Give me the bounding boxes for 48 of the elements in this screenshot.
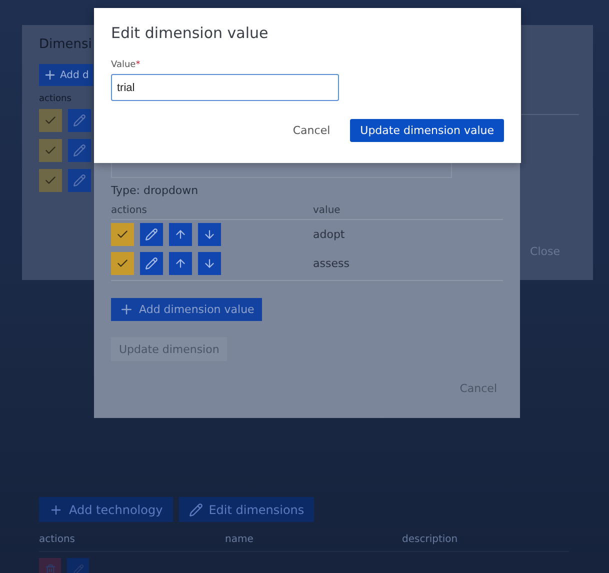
pencil-icon bbox=[145, 257, 158, 270]
plus-icon bbox=[43, 68, 57, 82]
type-label: Type: dropdown bbox=[111, 184, 200, 197]
value-field[interactable]: trial bbox=[111, 74, 339, 101]
down-button[interactable] bbox=[198, 252, 221, 275]
submit-button[interactable]: Update dimension value bbox=[350, 119, 504, 142]
cancel-button[interactable]: Cancel bbox=[286, 123, 336, 138]
pencil-icon bbox=[73, 174, 86, 187]
pencil-icon bbox=[73, 114, 86, 127]
table-cell-text: adopt bbox=[313, 228, 346, 241]
edit-button[interactable] bbox=[68, 109, 91, 132]
arrow-up-icon bbox=[174, 257, 187, 270]
edit-button[interactable] bbox=[140, 223, 163, 246]
arrow-up-icon bbox=[174, 228, 187, 241]
edit-button[interactable]: Edit dimensions bbox=[178, 497, 314, 522]
plus-icon bbox=[49, 502, 63, 516]
pencil-icon bbox=[73, 144, 86, 157]
column-header: description bbox=[402, 534, 459, 545]
trash-icon bbox=[44, 564, 56, 573]
check-button[interactable] bbox=[111, 223, 134, 246]
edit-button[interactable] bbox=[140, 252, 163, 275]
up-button[interactable] bbox=[169, 252, 192, 275]
pencil-icon bbox=[188, 502, 203, 516]
edit-button[interactable] bbox=[68, 169, 91, 192]
pencil-icon bbox=[72, 564, 84, 573]
field-label: Value* bbox=[111, 60, 142, 70]
column-header: value bbox=[313, 205, 342, 216]
check-button[interactable] bbox=[111, 252, 134, 275]
edit-button[interactable] bbox=[68, 139, 91, 162]
plus-icon bbox=[119, 302, 134, 317]
dialog-title: Dimensi bbox=[39, 37, 93, 52]
check-button[interactable] bbox=[39, 169, 62, 192]
column-header: actions bbox=[39, 94, 72, 104]
add-button[interactable]: Add d bbox=[39, 64, 93, 86]
add-button[interactable]: Add technology bbox=[39, 497, 173, 522]
table-cell-text: assess bbox=[313, 257, 350, 270]
up-button[interactable] bbox=[169, 223, 192, 246]
add-value-button[interactable]: Add dimension value bbox=[111, 298, 262, 321]
down-button[interactable] bbox=[198, 223, 221, 246]
arrow-down-icon bbox=[203, 228, 216, 241]
pencil-icon bbox=[145, 228, 158, 241]
column-header: name bbox=[225, 534, 254, 545]
arrow-down-icon bbox=[203, 257, 216, 270]
column-header: actions bbox=[111, 205, 148, 216]
check-button[interactable] bbox=[39, 109, 62, 132]
dialog-title: Edit dimension value bbox=[111, 24, 270, 42]
column-header: actions bbox=[39, 534, 76, 545]
check-button[interactable] bbox=[39, 139, 62, 162]
